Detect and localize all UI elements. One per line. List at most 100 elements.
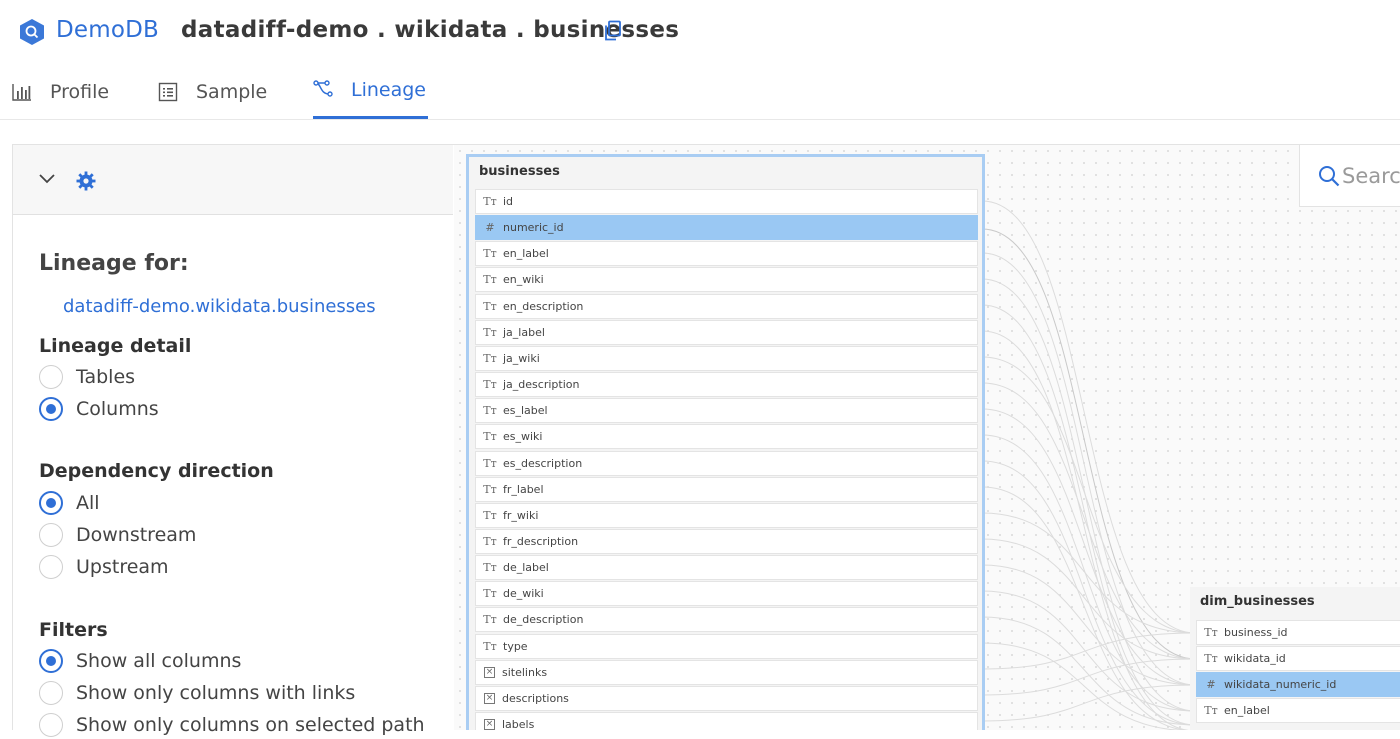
search-placeholder: Search [1342, 163, 1400, 188]
column-name: sitelinks [502, 665, 548, 679]
lineage-for-link[interactable]: datadiff-demo.wikidata.businesses [63, 296, 376, 317]
lineage-for-heading: Lineage for: [39, 251, 189, 276]
column-row[interactable]: # numeric_id [475, 215, 978, 241]
column-row[interactable]: Tт en_wiki [475, 267, 978, 293]
copy-icon[interactable] [603, 20, 623, 42]
column-row[interactable]: Tт de_label [475, 555, 978, 581]
column-row[interactable]: Tт es_label [475, 398, 978, 424]
radio-all[interactable]: All [39, 489, 100, 517]
column-row[interactable]: Tт de_description [475, 607, 978, 633]
column-name: numeric_id [503, 221, 564, 235]
radio-show-all-columns[interactable]: Show all columns [39, 647, 241, 675]
radio-columns-label: Columns [76, 398, 159, 420]
radio-button[interactable] [39, 397, 63, 421]
column-row[interactable]: Tт en_label [1196, 698, 1400, 724]
radio-downstream-label: Downstream [76, 524, 197, 546]
column-row[interactable]: Tт ja_label [475, 319, 978, 345]
text-type-icon: Tт [483, 430, 497, 444]
column-row[interactable]: Tт fr_wiki [475, 502, 978, 528]
brand-name[interactable]: DemoDB [56, 17, 159, 43]
text-type-icon: Tт [483, 534, 497, 548]
column-name: wikidata_numeric_id [1224, 678, 1337, 692]
table-name: dim_businesses [1200, 594, 1315, 609]
tab-bar: Profile Sample Lineage [0, 64, 1400, 120]
column-name: es_wiki [503, 430, 543, 444]
radio-button[interactable] [39, 681, 63, 705]
column-name: fr_description [503, 534, 579, 548]
lineage-edge [981, 200, 1197, 634]
column-row[interactable]: Tт en_label [475, 241, 978, 267]
column-name: en_label [1224, 704, 1270, 718]
text-type-icon: Tт [483, 247, 497, 261]
column-row[interactable]: Tт wikidata_id [1196, 646, 1400, 672]
radio-tables[interactable]: Tables [39, 363, 135, 391]
tab-sample[interactable]: Sample [158, 64, 267, 119]
struct-type-icon: × [484, 666, 495, 678]
column-row[interactable]: Tт fr_label [475, 476, 978, 502]
column-row[interactable]: Tт es_description [475, 450, 978, 476]
lineage-edge [981, 616, 1197, 726]
tab-lineage[interactable]: Lineage [313, 64, 428, 119]
radio-show-path-columns-label: Show only columns on selected path [76, 714, 425, 736]
table-card-dim-businesses[interactable]: dim_businesses Tт business_id Tт wikidata_i… [1190, 587, 1400, 730]
lineage-edge [981, 434, 1197, 712]
list-icon [158, 82, 178, 101]
column-name: id [503, 195, 514, 208]
radio-columns[interactable]: Columns [39, 395, 159, 423]
radio-button[interactable] [39, 491, 63, 515]
dependency-direction-title: Dependency direction [39, 460, 274, 482]
column-row[interactable]: Tт ja_description [475, 372, 978, 398]
radio-upstream-label: Upstream [76, 556, 169, 578]
column-row[interactable]: × sitelinks [475, 659, 978, 685]
text-type-icon: Tт [483, 508, 497, 522]
column-row[interactable]: Tт ja_wiki [475, 345, 978, 371]
radio-button[interactable] [39, 649, 63, 673]
tab-profile[interactable]: Profile [12, 64, 109, 119]
lineage-edge [981, 304, 1197, 726]
filters-title: Filters [39, 619, 108, 641]
text-type-icon: Tт [483, 587, 497, 601]
column-row[interactable]: Tт de_wiki [475, 581, 978, 607]
column-name: de_label [503, 561, 549, 575]
radio-upstream[interactable]: Upstream [39, 553, 169, 581]
lineage-canvas[interactable]: businesses Tт id # numeric_id Tт en_label Tт en… [454, 144, 1400, 730]
radio-show-path-columns[interactable]: Show only columns on selected path [39, 711, 425, 739]
radio-show-linked-columns[interactable]: Show only columns with links [39, 679, 355, 707]
text-type-icon: Tт [483, 456, 497, 470]
radio-button[interactable] [39, 523, 63, 547]
lineage-detail-title: Lineage detail [39, 335, 192, 357]
struct-type-icon: × [484, 692, 495, 704]
radio-button[interactable] [39, 555, 63, 579]
column-row[interactable]: × descriptions [475, 685, 978, 711]
column-row[interactable]: Tт business_id [1196, 620, 1400, 645]
column-row[interactable]: Tт type [475, 633, 978, 659]
column-row[interactable]: × labels [475, 712, 978, 730]
gear-icon[interactable] [76, 171, 96, 191]
table-card-businesses[interactable]: businesses Tт id # numeric_id Tт en_label Tт en… [466, 154, 985, 730]
text-type-icon: Tт [483, 351, 497, 365]
top-bar: DemoDB datadiff-demo . wikidata . busine… [0, 0, 1400, 64]
column-row[interactable]: # wikidata_numeric_id [1196, 672, 1400, 698]
column-name: fr_wiki [503, 508, 539, 522]
radio-tables-label: Tables [76, 366, 136, 388]
lineage-settings-panel: Lineage for: datadiff-demo.wikidata.busi… [12, 144, 454, 737]
radio-button[interactable] [39, 365, 63, 389]
text-type-icon: Tт [483, 273, 497, 287]
column-name: ja_description [503, 378, 580, 392]
hexagon-logo-icon[interactable] [18, 18, 46, 46]
number-type-icon: # [1206, 678, 1216, 692]
text-type-icon: Tт [483, 404, 497, 418]
radio-show-all-columns-label: Show all columns [76, 650, 242, 672]
column-row[interactable]: Tт es_wiki [475, 424, 978, 450]
radio-downstream[interactable]: Downstream [39, 521, 196, 549]
radio-button[interactable] [39, 713, 63, 737]
text-type-icon: Tт [1204, 704, 1218, 718]
text-type-icon: Tт [1204, 652, 1218, 666]
column-name: type [503, 639, 528, 653]
column-name: wikidata_id [1224, 652, 1286, 666]
column-row[interactable]: Tт fr_description [475, 528, 978, 554]
search-input[interactable]: Search [1299, 145, 1400, 207]
chevron-down-icon[interactable] [39, 173, 55, 185]
column-row[interactable]: Tт en_description [475, 293, 978, 319]
column-row[interactable]: Tт id [475, 189, 978, 214]
